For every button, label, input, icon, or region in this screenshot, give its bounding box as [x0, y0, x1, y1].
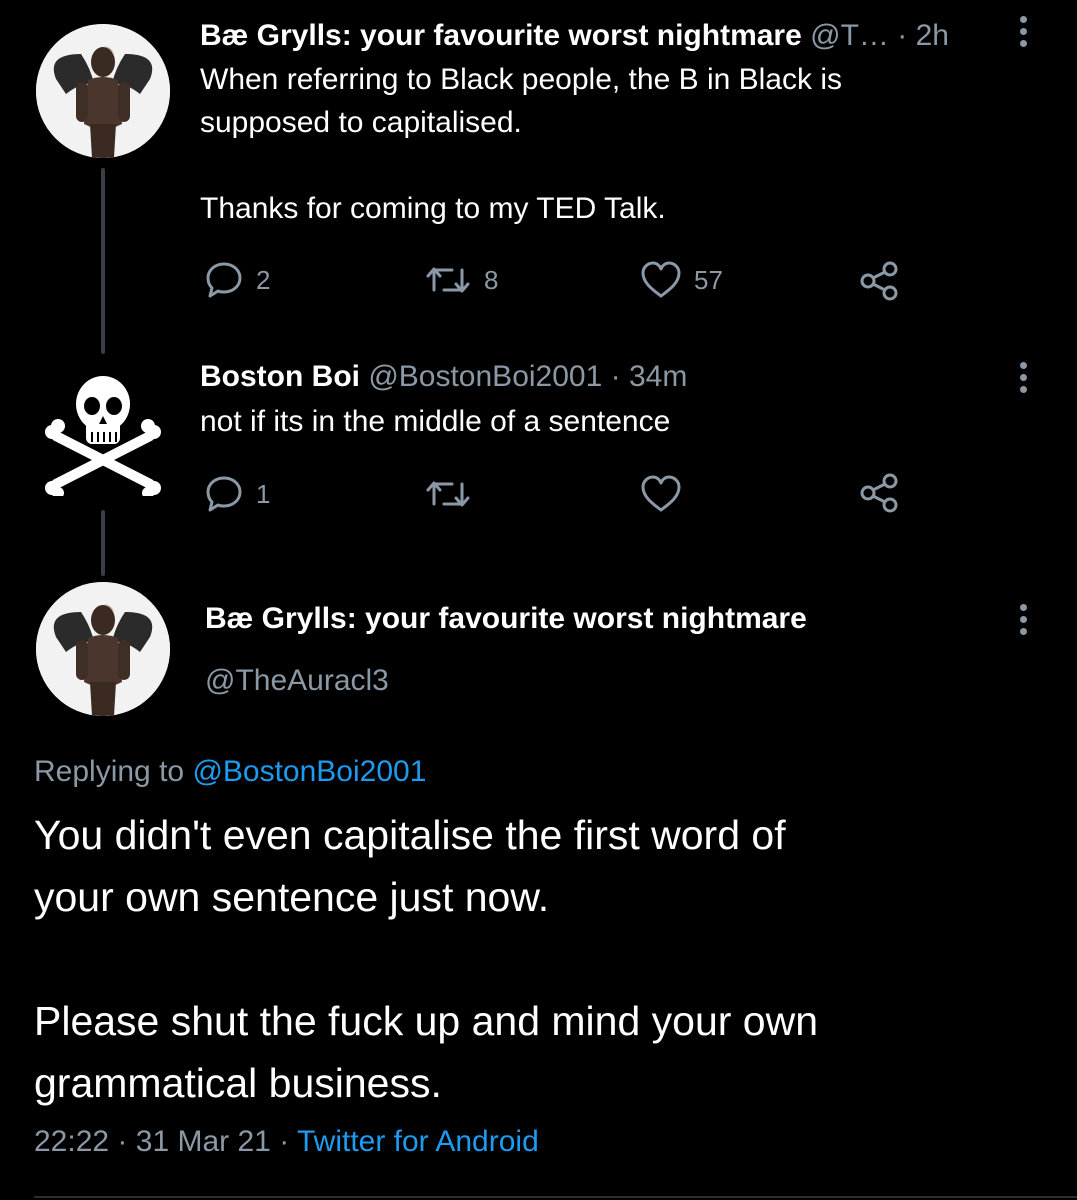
timestamp[interactable]: · 2h: [897, 19, 949, 52]
reply-icon: [206, 476, 242, 512]
reply-icon: [206, 262, 242, 298]
avatar[interactable]: [42, 366, 166, 499]
divider: [34, 1196, 1077, 1198]
avatar[interactable]: [36, 582, 170, 716]
share-icon: [860, 261, 898, 301]
share-icon: [860, 473, 898, 513]
more-vertical-icon[interactable]: [1017, 362, 1029, 393]
retweet-count: 8: [484, 264, 499, 295]
avatar-image: [36, 24, 170, 158]
separator-dot: ·: [279, 1125, 290, 1158]
tweet-header: Boston Boi @BostonBoi2001 · 34m: [200, 359, 687, 395]
username[interactable]: @T…: [810, 19, 889, 52]
reply-button[interactable]: 2: [204, 260, 270, 300]
like-button[interactable]: [640, 474, 694, 514]
avatar-image: [36, 582, 170, 716]
share-button[interactable]: [858, 260, 900, 302]
more-vertical-icon[interactable]: [1017, 16, 1029, 47]
like-count: 57: [694, 264, 723, 295]
reply-button[interactable]: 1: [204, 474, 270, 514]
heart-icon: [641, 475, 681, 512]
tweet-header: Bæ Grylls: your favourite worst nightmar…: [200, 18, 949, 54]
timestamp[interactable]: · 34m: [611, 360, 688, 393]
thread-connector: [101, 168, 105, 354]
tweet-text: When referring to Black people, the B in…: [200, 63, 842, 225]
username[interactable]: @TheAuracl3: [205, 662, 389, 700]
display-name[interactable]: Boston Boi: [200, 360, 360, 393]
display-name[interactable]: Bæ Grylls: your favourite worst nightmar…: [205, 600, 807, 638]
reply-count: 1: [256, 478, 271, 509]
share-button[interactable]: [858, 472, 900, 514]
skull-crossbones-icon: [45, 376, 161, 499]
reply-count: 2: [256, 264, 271, 295]
retweet-icon: [426, 481, 470, 507]
avatar[interactable]: [36, 24, 170, 158]
retweet-button[interactable]: 8: [424, 260, 498, 300]
main-tweet-text: You didn't even capitalise the first wor…: [34, 812, 819, 1106]
tweet-time: 22:22: [34, 1125, 110, 1158]
separator-dot: ·: [117, 1125, 128, 1158]
tweet-date: 31 Mar 21: [135, 1125, 271, 1158]
replying-to-label: Replying to: [34, 755, 185, 788]
username[interactable]: @BostonBoi2001: [368, 360, 602, 393]
tweet-text: not if its in the middle of a sentence: [200, 405, 671, 438]
tweet-source-link[interactable]: Twitter for Android: [297, 1125, 539, 1158]
heart-icon: [641, 261, 681, 298]
display-name[interactable]: Bæ Grylls: your favourite worst nightmar…: [200, 19, 802, 52]
tweet-metadata: 22:22 · 31 Mar 21 · Twitter for Android: [34, 1122, 539, 1162]
retweet-button[interactable]: [424, 474, 484, 514]
thread-connector: [101, 510, 105, 576]
retweet-icon: [426, 267, 470, 293]
replying-to-link[interactable]: @BostonBoi2001: [192, 755, 426, 788]
like-button[interactable]: 57: [640, 260, 723, 300]
more-vertical-icon[interactable]: [1017, 604, 1029, 635]
replying-to-line: Replying to @BostonBoi2001: [34, 752, 426, 792]
